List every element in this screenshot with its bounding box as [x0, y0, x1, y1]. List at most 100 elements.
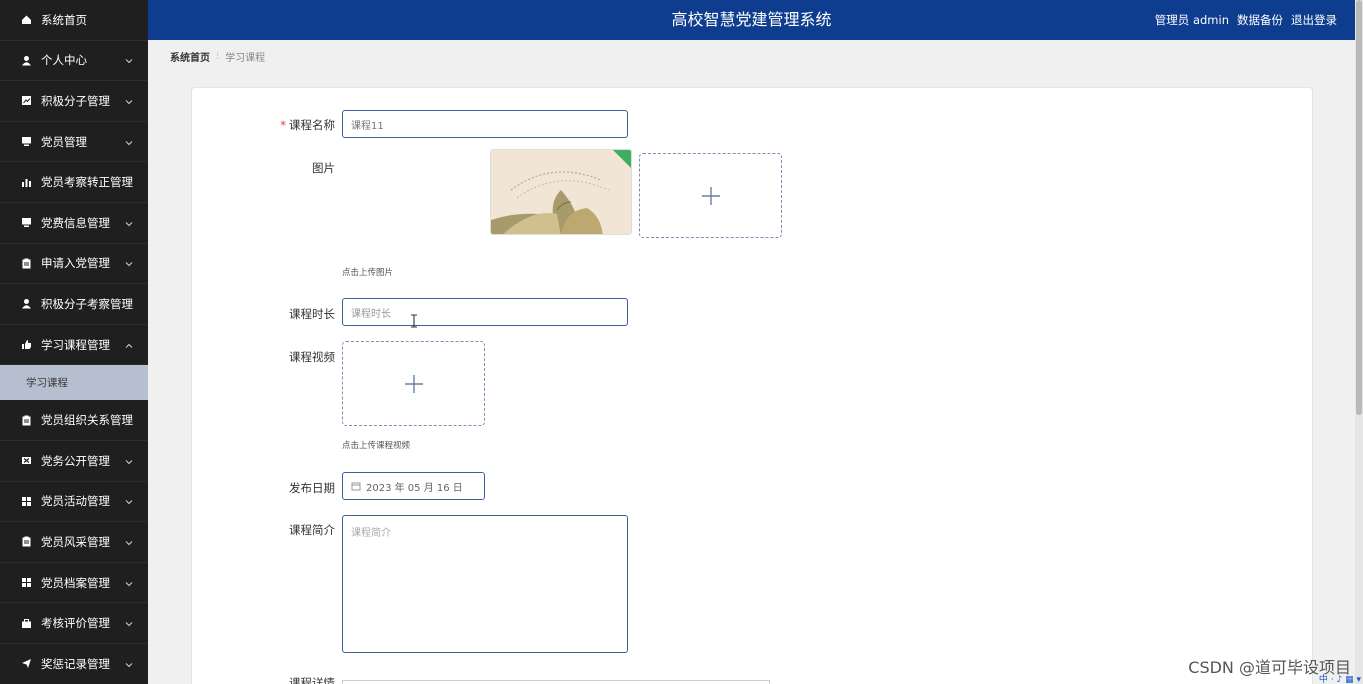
- chevron-up-icon: [124, 340, 134, 350]
- clipboard-icon: [20, 257, 33, 270]
- chevron-down-icon: [124, 537, 134, 547]
- bar-chart-icon: [20, 176, 33, 189]
- admin-user-link[interactable]: 管理员 admin: [1155, 0, 1229, 40]
- sidebar-subitem-study-course[interactable]: 学习课程: [0, 365, 148, 401]
- sidebar-item-label: 党员档案管理: [41, 575, 110, 590]
- top-header: 高校智慧党建管理系统 管理员 admin 数据备份 退出登录: [148, 0, 1355, 40]
- send-icon: [20, 657, 33, 670]
- sidebar-item-2[interactable]: 积极分子管理: [0, 81, 148, 122]
- chevron-down-icon: [124, 258, 134, 268]
- sidebar-item-label: 党员活动管理: [41, 494, 110, 509]
- sidebar-item-6[interactable]: 申请入党管理: [0, 244, 148, 285]
- data-backup-link[interactable]: 数据备份: [1237, 0, 1283, 40]
- sidebar-item-1[interactable]: 个人中心: [0, 41, 148, 82]
- sidebar-item-label: 党费信息管理: [41, 215, 110, 230]
- chevron-down-icon: [124, 137, 134, 147]
- sidebar-item-label: 奖惩记录管理: [41, 656, 110, 671]
- sidebar-item-label: 学习课程管理: [41, 337, 110, 352]
- sidebar-item-label: 党员组织关系管理: [41, 413, 133, 428]
- chevron-down-icon: [124, 659, 134, 669]
- sidebar-item-label: 系统首页: [41, 12, 87, 27]
- logout-link[interactable]: 退出登录: [1291, 0, 1337, 40]
- sidebar-item-label: 积极分子考察管理: [41, 296, 133, 311]
- sidebar-item-5[interactable]: 党费信息管理: [0, 203, 148, 244]
- page-scrollbar[interactable]: [1355, 0, 1363, 684]
- monitor-icon: [20, 135, 33, 148]
- detail-editor[interactable]: [342, 680, 770, 684]
- uploaded-image-thumbnail[interactable]: [490, 149, 632, 235]
- sidebar-item-7[interactable]: 积极分子考察管理: [0, 284, 148, 325]
- briefcase-icon: [20, 617, 33, 630]
- course-name-label: * 课程名称: [280, 118, 335, 132]
- cross-icon: [20, 454, 33, 467]
- intro-textarea[interactable]: 课程简介: [342, 515, 628, 653]
- sidebar: 系统首页个人中心积极分子管理 党员管理党员考察转正管理 党费信息管理 申请入党管理积极…: [0, 0, 148, 684]
- publish-date-picker[interactable]: 2023 年 05 月 16 日: [342, 472, 485, 500]
- chevron-down-icon: [124, 578, 134, 588]
- user-icon: [20, 297, 33, 310]
- publish-date-value: 2023 年 05 月 16 日: [366, 482, 463, 494]
- sidebar-item-0[interactable]: 系统首页: [0, 0, 148, 41]
- plus-icon: [701, 186, 720, 205]
- form-card: * 课程名称 课程11 图片 点击上传图片 课程时长 课程时长 课程视频 点击上传…: [191, 87, 1313, 684]
- breadcrumb-current: 学习课程: [225, 53, 266, 64]
- chevron-down-icon: [124, 55, 134, 65]
- duration-label: 课程时长: [289, 307, 335, 321]
- calendar-icon: [351, 482, 361, 491]
- chevron-down-icon: [124, 218, 134, 228]
- text-cursor-icon: [411, 314, 417, 328]
- chart-icon: [20, 94, 33, 107]
- chevron-down-icon: [124, 456, 134, 466]
- sidebar-item-label: 党务公开管理: [41, 453, 110, 468]
- clipboard-icon: [20, 535, 33, 548]
- required-mark: *: [280, 118, 286, 132]
- video-label: 课程视频: [289, 350, 335, 364]
- header-actions: 管理员 admin 数据备份 退出登录: [1155, 0, 1337, 40]
- breadcrumb: 系统首页 ⁝ 学习课程: [170, 49, 265, 64]
- grid-icon: [20, 495, 33, 508]
- intro-label: 课程简介: [289, 523, 335, 537]
- chevron-down-icon: [124, 618, 134, 628]
- breadcrumb-separator: ⁝: [216, 51, 220, 62]
- image-upload-box[interactable]: [639, 153, 782, 238]
- thumbs-up-icon: [20, 338, 33, 351]
- course-name-input[interactable]: 课程11: [342, 110, 628, 138]
- date-label: 发布日期: [289, 481, 335, 495]
- scrollbar-thumb[interactable]: [1356, 0, 1362, 415]
- sidebar-item-label: 党员考察转正管理: [41, 175, 133, 190]
- sidebar-item-8[interactable]: 学习课程管理: [0, 325, 148, 366]
- sidebar-item-15[interactable]: 奖惩记录管理: [0, 644, 148, 684]
- sidebar-item-11[interactable]: 党员活动管理: [0, 482, 148, 523]
- detail-label: 课程详情: [289, 676, 335, 684]
- chevron-down-icon: [124, 496, 134, 506]
- grid-icon: [20, 576, 33, 589]
- video-upload-box[interactable]: [342, 341, 485, 426]
- sidebar-menu: 系统首页个人中心积极分子管理 党员管理党员考察转正管理 党费信息管理 申请入党管理积极…: [0, 0, 148, 684]
- system-tray: 中 · ♪ ▦ ▾: [1318, 675, 1361, 684]
- image-upload-hint: 点击上传图片: [342, 268, 394, 278]
- book-image-icon: [491, 150, 631, 234]
- sidebar-item-4[interactable]: 党员考察转正管理: [0, 162, 148, 203]
- sidebar-item-9[interactable]: 党员组织关系管理: [0, 400, 148, 441]
- sidebar-item-label: 党员管理: [41, 134, 87, 149]
- clipboard-icon: [20, 414, 33, 427]
- sidebar-item-3[interactable]: 党员管理: [0, 122, 148, 163]
- plus-icon: [404, 374, 423, 393]
- chevron-down-icon: [124, 96, 134, 106]
- monitor-icon: [20, 216, 33, 229]
- sidebar-item-label: 积极分子管理: [41, 93, 110, 108]
- breadcrumb-home[interactable]: 系统首页: [170, 49, 210, 64]
- video-upload-hint: 点击上传课程视频: [342, 441, 411, 451]
- duration-input[interactable]: 课程时长: [342, 298, 628, 326]
- sidebar-item-13[interactable]: 党员档案管理: [0, 563, 148, 604]
- image-label: 图片: [312, 161, 335, 175]
- home-icon: [20, 13, 33, 26]
- user-icon: [20, 54, 33, 67]
- sidebar-item-10[interactable]: 党务公开管理: [0, 441, 148, 482]
- sidebar-item-label: 考核评价管理: [41, 616, 110, 631]
- sidebar-item-label: 党员风采管理: [41, 534, 110, 549]
- sidebar-item-12[interactable]: 党员风采管理: [0, 522, 148, 563]
- sidebar-item-label: 个人中心: [41, 53, 87, 68]
- sidebar-item-label: 申请入党管理: [41, 256, 110, 271]
- sidebar-item-14[interactable]: 考核评价管理: [0, 603, 148, 644]
